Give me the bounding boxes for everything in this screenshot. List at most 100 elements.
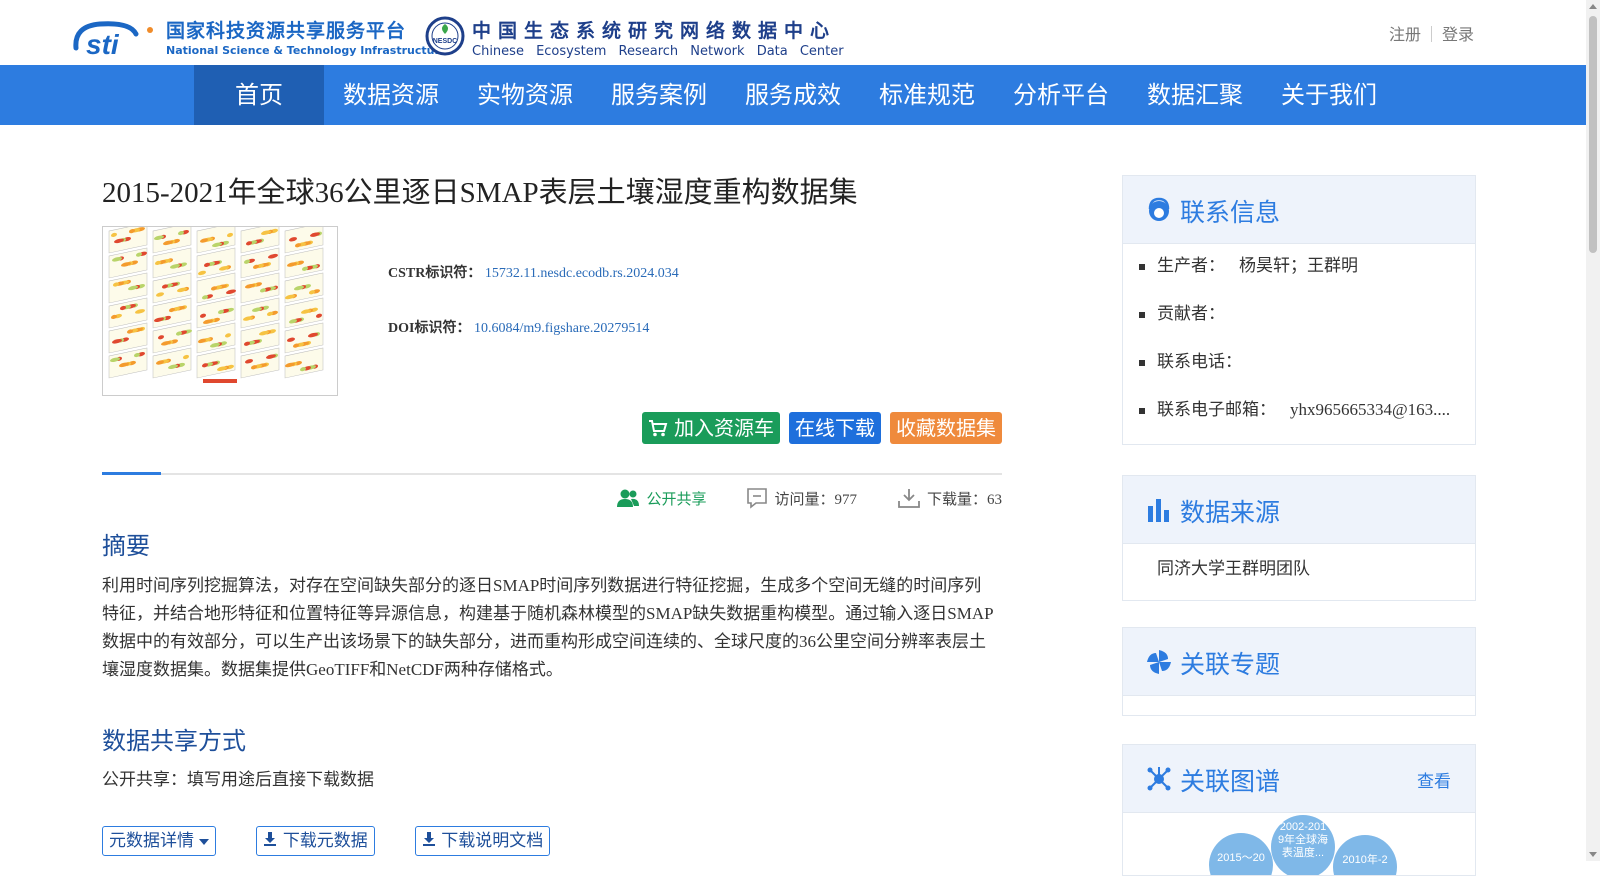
nav-item-analysis-platform[interactable]: 分析平台 <box>994 65 1128 125</box>
nav-item-data-aggregation[interactable]: 数据汇聚 <box>1128 65 1262 125</box>
download-metadata-button[interactable]: 下载元数据 <box>256 826 375 856</box>
nav-item-data-resources[interactable]: 数据资源 <box>324 65 458 125</box>
nav-item-standards[interactable]: 标准规范 <box>860 65 994 125</box>
customer-service-icon <box>1148 197 1170 221</box>
related-topic-title: 关联专题 <box>1180 650 1281 679</box>
dataset-stats: 公开共享 访问量：977 下载量：63 <box>616 487 1002 509</box>
graph-node-2-label-b: 9年全球海 <box>1278 832 1328 846</box>
add-to-cart-label: 加入资源车 <box>674 416 774 440</box>
nesdc-emblem-icon: NESDC <box>425 16 465 56</box>
producer-item: 生产者： 杨昊轩；王群明 <box>1123 252 1475 300</box>
bar-chart-icon <box>1148 499 1169 522</box>
register-link[interactable]: 注册 <box>1389 25 1421 44</box>
nsti-logo[interactable]: sti 国家科技资源共享服务平台 National Science & Tech… <box>70 14 447 60</box>
nesdc-name-cn: 中国生态系统研究网络数据中心 <box>472 20 837 42</box>
action-buttons: 加入资源车 在线下载 收藏数据集 <box>641 412 1002 444</box>
download-icon <box>264 832 277 846</box>
cart-icon <box>648 420 667 437</box>
nsti-name-cn: 国家科技资源共享服务平台 <box>166 20 407 42</box>
scroll-up-arrow-icon[interactable] <box>1589 4 1597 9</box>
graph-node-2-label-c: 表温度... <box>1282 845 1324 859</box>
graph-node-1-label: 2015～20 <box>1217 852 1265 864</box>
doi-row: DOI标识符： 10.6084/m9.figshare.20279514 <box>388 317 679 372</box>
view-graph-link[interactable]: 查看 <box>1417 767 1451 792</box>
related-topic-panel: 关联专题 <box>1122 627 1476 716</box>
doi-label: DOI标识符： <box>388 321 471 336</box>
download-metadata-label: 下载元数据 <box>282 831 368 851</box>
metadata-details-label: 元数据详情 <box>109 831 194 851</box>
data-source-title: 数据来源 <box>1180 498 1281 527</box>
dataset-title: 2015-2021年全球36公里逐日SMAP表层土壤湿度重构数据集 <box>102 177 858 209</box>
producer-label: 生产者： <box>1157 256 1225 276</box>
producer-value: 杨昊轩；王群明 <box>1239 256 1358 276</box>
related-graph-header: 关联图谱 查看 <box>1123 745 1475 813</box>
nsti-name-en: National Science & Technology Infrastruc… <box>166 44 448 57</box>
related-graph-panel: 关联图谱 查看 2015～20 2002-201 9年全球海 表温度... 20… <box>1122 744 1476 876</box>
data-source-header: 数据来源 <box>1123 476 1475 544</box>
data-source-value: 同济大学王群明团队 <box>1157 559 1310 579</box>
online-download-button[interactable]: 在线下载 <box>789 412 881 444</box>
phone-item: 联系电话： <box>1123 348 1475 396</box>
sharing-text: 公开共享：填写用途后直接下载数据 <box>102 770 374 789</box>
visit-count: 访问量：977 <box>746 487 857 509</box>
nav-item-service-cases[interactable]: 服务案例 <box>592 65 726 125</box>
phone-label: 联系电话： <box>1157 352 1242 372</box>
cstr-label: CSTR标识符： <box>388 266 482 281</box>
data-source-panel: 数据来源 同济大学王群明团队 <box>1122 475 1476 601</box>
divider <box>1430 26 1432 42</box>
related-topic-body <box>1123 696 1475 715</box>
graph-node-3[interactable]: 2010年-2 <box>1333 835 1397 876</box>
download-icon <box>422 832 435 846</box>
visit-count-label: 访问量：977 <box>774 491 857 508</box>
tab-underline <box>102 472 1002 475</box>
nav-item-home[interactable]: 首页 <box>194 65 324 125</box>
page-scrollbar[interactable] <box>1586 0 1600 861</box>
identifiers: CSTR标识符： 15732.11.nesdc.ecodb.rs.2024.03… <box>388 262 679 372</box>
add-to-cart-button[interactable]: 加入资源车 <box>641 412 780 444</box>
main-nav: 首页 数据资源 实物资源 服务案例 服务成效 标准规范 分析平台 数据汇聚 关于… <box>0 65 1586 125</box>
share-status: 公开共享 <box>616 488 706 509</box>
contributor-label: 贡献者： <box>1157 304 1225 324</box>
dataset-detail: 2015-2021年全球36公里逐日SMAP表层土壤湿度重构数据集 CSTR标识… <box>102 125 1002 861</box>
metadata-details-button[interactable]: 元数据详情 <box>102 826 217 856</box>
users-icon <box>617 489 640 507</box>
scroll-down-arrow-icon[interactable] <box>1589 852 1597 857</box>
svg-text:sti: sti <box>86 29 120 58</box>
download-doc-label: 下载说明文档 <box>441 831 544 851</box>
related-topic-header: 关联专题 <box>1123 628 1475 696</box>
user-links: 注册 登录 <box>1389 21 1474 45</box>
active-tab-indicator <box>102 472 161 475</box>
caret-down-icon <box>199 839 210 845</box>
contact-info-header: 联系信息 <box>1123 176 1475 244</box>
comment-icon <box>747 488 768 509</box>
email-value[interactable]: yhx965665334@163.... <box>1290 400 1450 419</box>
download-icon <box>898 489 920 508</box>
nav-item-about-us[interactable]: 关于我们 <box>1262 65 1396 125</box>
email-label: 联系电子邮箱： <box>1157 400 1276 420</box>
nav-item-physical-resources[interactable]: 实物资源 <box>458 65 592 125</box>
login-link[interactable]: 登录 <box>1442 25 1474 44</box>
top-header: sti 国家科技资源共享服务平台 National Science & Tech… <box>0 0 1586 65</box>
nsti-logo-icon: sti <box>73 21 153 58</box>
scrollbar-thumb[interactable] <box>1589 16 1597 253</box>
relation-graph[interactable]: 2015～20 2002-201 9年全球海 表温度... 2010年-2 <box>1123 813 1475 876</box>
metadata-links: 元数据详情 下载元数据 下载说明文档 <box>102 826 551 856</box>
share-status-label: 公开共享 <box>646 491 707 508</box>
email-item: 联系电子邮箱： yhx965665334@163.... <box>1123 396 1475 444</box>
nesdc-name-en: Chinese Ecosystem Research Network Data … <box>472 44 844 59</box>
dataset-thumbnail[interactable] <box>102 226 338 396</box>
contact-info-panel: 联系信息 生产者： 杨昊轩；王群明 贡献者： 联系电话： 联系电子邮箱： yhx96… <box>1122 175 1476 445</box>
contact-info-title: 联系信息 <box>1180 198 1281 227</box>
nesdc-logo[interactable]: NESDC 中国生态系统研究网络数据中心 Chinese Ecosystem R… <box>425 14 845 60</box>
contributor-item: 贡献者： <box>1123 300 1475 348</box>
favorite-dataset-button[interactable]: 收藏数据集 <box>890 412 1002 444</box>
download-count: 下载量：63 <box>897 487 1002 509</box>
graph-node-2[interactable]: 2002-201 9年全球海 表温度... <box>1271 815 1335 876</box>
doi-link[interactable]: 10.6084/m9.figshare.20279514 <box>474 321 649 336</box>
map-grid-thumbnail-image <box>108 227 324 383</box>
cstr-link[interactable]: 15732.11.nesdc.ecodb.rs.2024.034 <box>485 266 679 281</box>
graph-node-2-label-a: 2002-201 <box>1280 821 1327 833</box>
graph-node-1[interactable]: 2015～20 <box>1209 833 1273 876</box>
download-doc-button[interactable]: 下载说明文档 <box>414 826 551 856</box>
nav-item-service-results[interactable]: 服务成效 <box>726 65 860 125</box>
